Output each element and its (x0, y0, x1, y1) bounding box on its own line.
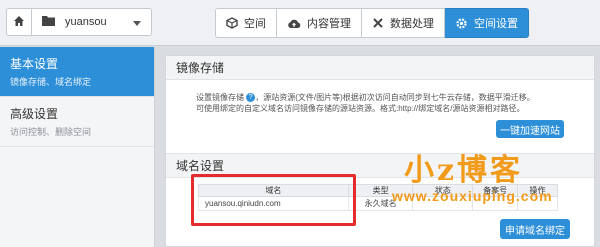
home-icon (13, 15, 25, 30)
sidebar: 基本设置 镜像存储、域名绑定 高级设置 访问控制、删除空间 (0, 47, 155, 247)
column-header-operation: 操作 (517, 184, 558, 197)
sidebar-item-title: 基本设置 (10, 57, 59, 71)
highlight-box (191, 174, 356, 226)
icp-cell (472, 196, 519, 211)
cloud-upload-icon (287, 18, 301, 29)
sidebar-item-advanced-settings[interactable]: 高级设置 访问控制、删除空间 (0, 97, 154, 147)
tab-space-settings[interactable]: 空间设置 (445, 8, 529, 38)
accelerate-site-button[interactable]: 一键加速网站 (496, 120, 564, 138)
tab-data-processing[interactable]: 数据处理 (362, 8, 445, 38)
mirror-description: 设置镜像存储 ? ，源站资源(文件/图片等)根据初次访问自动同步到七牛云存储，数据… (196, 92, 586, 114)
column-header-type: 类型 (347, 184, 414, 197)
tab-space[interactable]: 空间 (215, 8, 277, 38)
status-cell (412, 196, 474, 211)
bucket-name: yuansou (65, 16, 107, 28)
mirror-section-heading: 镜像存储 (166, 56, 594, 80)
tab-label: 空间设置 (474, 18, 518, 30)
operation-cell[interactable] (517, 196, 558, 211)
gear-icon (455, 17, 468, 30)
top-bar: yuansou 空间 内容管理 数据处理 空间设置 (0, 0, 600, 46)
apply-domain-binding-button[interactable]: 申请域名绑定 (500, 219, 570, 239)
tab-label: 数据处理 (390, 18, 434, 30)
bucket-select[interactable]: yuansou (32, 8, 152, 36)
sidebar-item-basic-settings[interactable]: 基本设置 镜像存储、域名绑定 (0, 47, 154, 97)
main-tabs: 空间 内容管理 数据处理 空间设置 (215, 8, 529, 38)
home-button[interactable] (6, 8, 32, 36)
chevron-down-icon (133, 21, 141, 26)
column-header-status: 状态 (412, 184, 474, 197)
help-icon[interactable]: ? (246, 93, 256, 103)
sidebar-item-subtitle: 访问控制、删除空间 (10, 127, 92, 137)
folder-icon (42, 15, 55, 29)
tab-label: 空间 (244, 18, 266, 30)
tab-content-management[interactable]: 内容管理 (277, 8, 362, 38)
mirror-desc-rest: ，源站资源(文件/图片等)根据初次访问自动同步到七牛云存储，数据平滑迁移。 (255, 93, 535, 102)
sidebar-item-title: 高级设置 (10, 107, 59, 121)
sidebar-item-subtitle: 镜像存储、域名绑定 (10, 77, 92, 87)
type-cell: 永久域名 (347, 196, 414, 211)
mirror-desc-lead: 设置镜像存储 (196, 93, 244, 102)
tools-icon (372, 17, 384, 29)
cube-icon (226, 17, 238, 29)
mirror-desc-line2: 可使用绑定的自定义域名访问镜像存储的源站资源。格式:http://绑定域名/源站… (196, 104, 525, 113)
column-header-icp: 备案号 (472, 184, 519, 197)
tab-label: 内容管理 (307, 18, 351, 30)
